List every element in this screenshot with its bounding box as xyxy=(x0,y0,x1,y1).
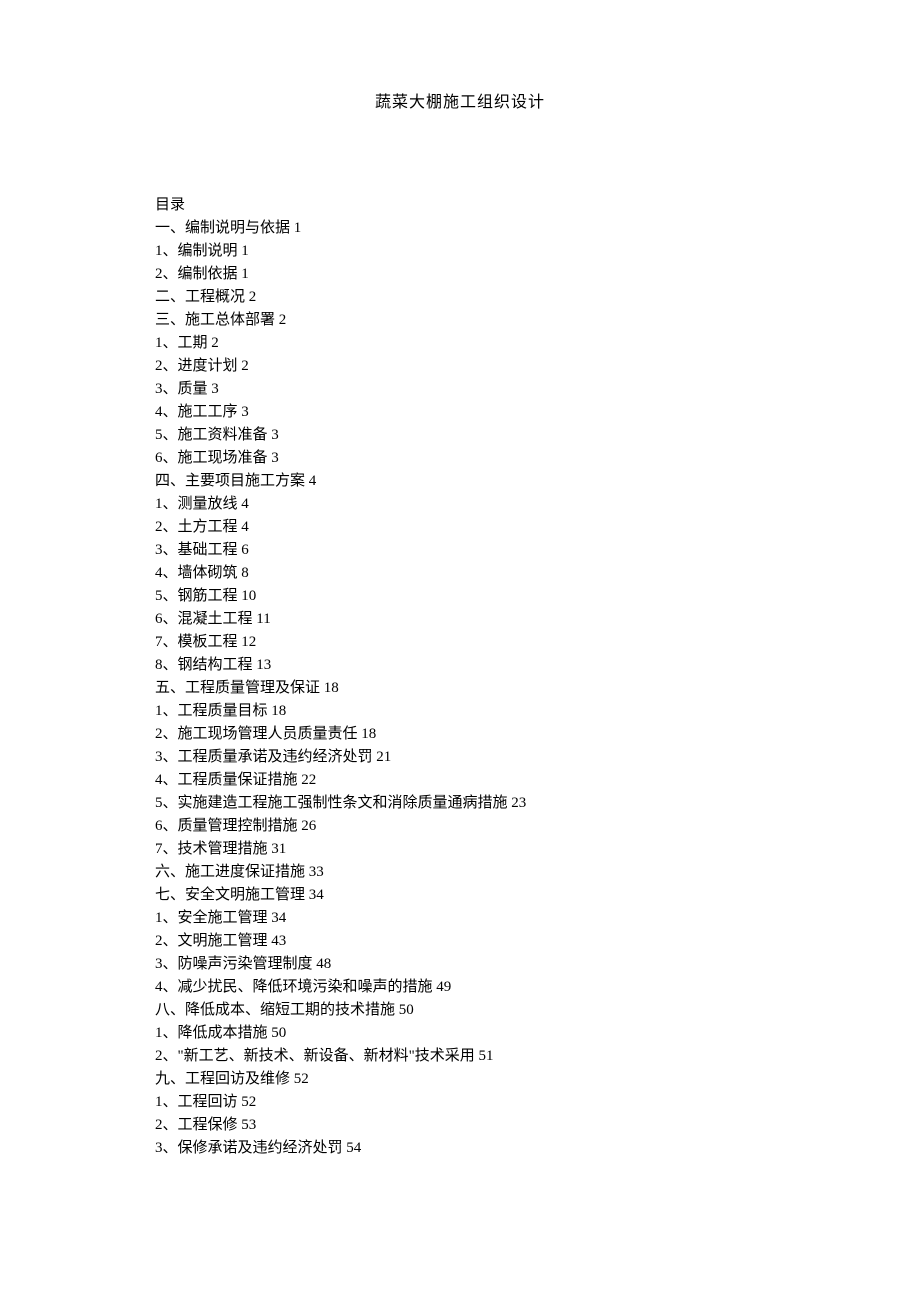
toc-item: 3、防噪声污染管理制度 48 xyxy=(155,953,765,976)
toc-item: 七、安全文明施工管理 34 xyxy=(155,884,765,907)
toc-item: 7、技术管理措施 31 xyxy=(155,838,765,861)
toc-item: 5、实施建造工程施工强制性条文和消除质量通病措施 23 xyxy=(155,792,765,815)
toc-item: 六、施工进度保证措施 33 xyxy=(155,861,765,884)
toc-item: 6、混凝土工程 11 xyxy=(155,608,765,631)
toc-item: 五、工程质量管理及保证 18 xyxy=(155,677,765,700)
toc-item: 4、减少扰民、降低环境污染和噪声的措施 49 xyxy=(155,976,765,999)
toc-item: 3、基础工程 6 xyxy=(155,539,765,562)
document-page: 蔬菜大棚施工组织设计 目录 一、编制说明与依据 1 1、编制说明 1 2、编制依… xyxy=(0,0,920,1160)
toc-item: 二、工程概况 2 xyxy=(155,286,765,309)
toc-item: 2、施工现场管理人员质量责任 18 xyxy=(155,723,765,746)
toc-item: 四、主要项目施工方案 4 xyxy=(155,470,765,493)
toc-item: 1、工程质量目标 18 xyxy=(155,700,765,723)
toc-item: 2、工程保修 53 xyxy=(155,1114,765,1137)
toc-item: 九、工程回访及维修 52 xyxy=(155,1068,765,1091)
toc-item: 1、测量放线 4 xyxy=(155,493,765,516)
toc-item: 2、进度计划 2 xyxy=(155,355,765,378)
toc-item: 八、降低成本、缩短工期的技术措施 50 xyxy=(155,999,765,1022)
toc-item: 2、土方工程 4 xyxy=(155,516,765,539)
toc-item: 6、施工现场准备 3 xyxy=(155,447,765,470)
toc-item: 1、工期 2 xyxy=(155,332,765,355)
toc-item: 三、施工总体部署 2 xyxy=(155,309,765,332)
toc-item: 2、"新工艺、新技术、新设备、新材料"技术采用 51 xyxy=(155,1045,765,1068)
toc-item: 4、施工工序 3 xyxy=(155,401,765,424)
toc-item: 5、施工资料准备 3 xyxy=(155,424,765,447)
toc-item: 7、模板工程 12 xyxy=(155,631,765,654)
toc-item: 3、质量 3 xyxy=(155,378,765,401)
toc-item: 1、工程回访 52 xyxy=(155,1091,765,1114)
toc-item: 2、文明施工管理 43 xyxy=(155,930,765,953)
toc-item: 6、质量管理控制措施 26 xyxy=(155,815,765,838)
toc-item: 5、钢筋工程 10 xyxy=(155,585,765,608)
toc-heading: 目录 xyxy=(155,194,765,217)
toc-item: 1、降低成本措施 50 xyxy=(155,1022,765,1045)
toc-item: 4、墙体砌筑 8 xyxy=(155,562,765,585)
toc-item: 3、工程质量承诺及违约经济处罚 21 xyxy=(155,746,765,769)
toc-item: 一、编制说明与依据 1 xyxy=(155,217,765,240)
toc-item: 1、编制说明 1 xyxy=(155,240,765,263)
toc-item: 3、保修承诺及违约经济处罚 54 xyxy=(155,1137,765,1160)
document-title: 蔬菜大棚施工组织设计 xyxy=(155,88,765,112)
toc-item: 8、钢结构工程 13 xyxy=(155,654,765,677)
toc-item: 4、工程质量保证措施 22 xyxy=(155,769,765,792)
toc-item: 1、安全施工管理 34 xyxy=(155,907,765,930)
toc-item: 2、编制依据 1 xyxy=(155,263,765,286)
